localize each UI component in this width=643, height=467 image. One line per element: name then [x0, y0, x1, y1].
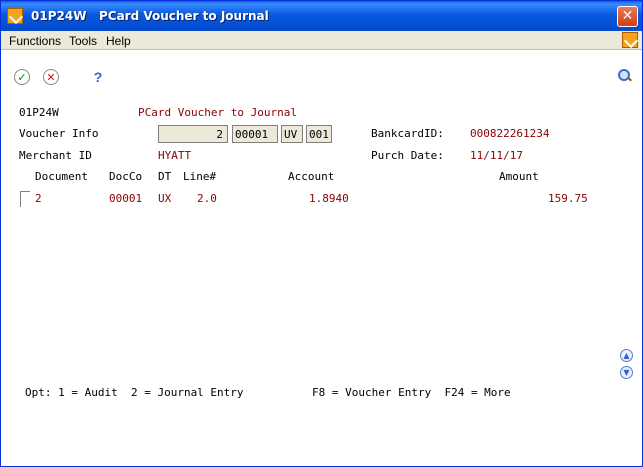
voucher-company-field[interactable]: 00001	[232, 125, 278, 143]
purch-date: 11/11/17	[470, 149, 523, 162]
menu-functions[interactable]: Functions	[9, 34, 61, 48]
voucher-number-field[interactable]: 2	[158, 125, 228, 143]
menu-tools[interactable]: Tools	[69, 34, 97, 48]
col-header-account: Account	[288, 170, 335, 183]
function-keys-legend: F8 = Voucher Entry F24 = More	[312, 386, 511, 399]
program-id: 01P24W	[19, 106, 59, 119]
merchant-id: HYATT	[158, 149, 192, 162]
main-window: 01P24W PCard Voucher to Journal ✕ Functi…	[0, 0, 643, 467]
app-logo-icon	[622, 32, 638, 48]
cancel-icon[interactable]: ✕	[43, 69, 59, 85]
options-legend: Opt: 1 = Audit 2 = Journal Entry	[25, 386, 244, 399]
col-header-line: Line#	[183, 170, 217, 183]
menu-bar: Functions Tools Help	[1, 31, 642, 50]
form-title: PCard Voucher to Journal	[138, 106, 297, 119]
col-header-dt: DT	[158, 170, 172, 183]
merchant-label: Merchant ID	[19, 149, 92, 162]
row-document: 2	[35, 192, 42, 205]
ok-icon[interactable]: ✓	[14, 69, 30, 85]
row-option-field[interactable]	[20, 191, 30, 207]
scroll-down-icon[interactable]: ▼	[620, 366, 633, 379]
bankcard-id: 000822261234	[470, 127, 550, 140]
close-button[interactable]: ✕	[617, 6, 638, 27]
voucher-doctype-field[interactable]: UV	[281, 125, 303, 143]
row-dt: UX	[158, 192, 172, 205]
col-header-amount: Amount	[499, 170, 539, 183]
scroll-up-icon[interactable]: ▲	[620, 349, 633, 362]
col-header-document: Document	[35, 170, 88, 183]
voucher-line-field[interactable]: 001	[306, 125, 332, 143]
app-icon	[7, 8, 23, 24]
row-account: 1.8940	[309, 192, 349, 205]
bankcard-label: BankcardID:	[371, 127, 444, 140]
help-icon[interactable]: ?	[90, 69, 106, 85]
window-title: 01P24W PCard Voucher to Journal	[31, 9, 269, 23]
row-line: 2.0	[197, 192, 217, 205]
row-amount: 159.75	[548, 192, 588, 205]
search-icon[interactable]	[618, 69, 632, 83]
menu-help[interactable]: Help	[106, 34, 131, 48]
title-bar: 01P24W PCard Voucher to Journal ✕	[1, 1, 642, 31]
voucher-info-label: Voucher Info	[19, 127, 99, 140]
row-docco: 00001	[109, 192, 143, 205]
col-header-docco: DocCo	[109, 170, 143, 183]
purch-date-label: Purch Date:	[371, 149, 444, 162]
